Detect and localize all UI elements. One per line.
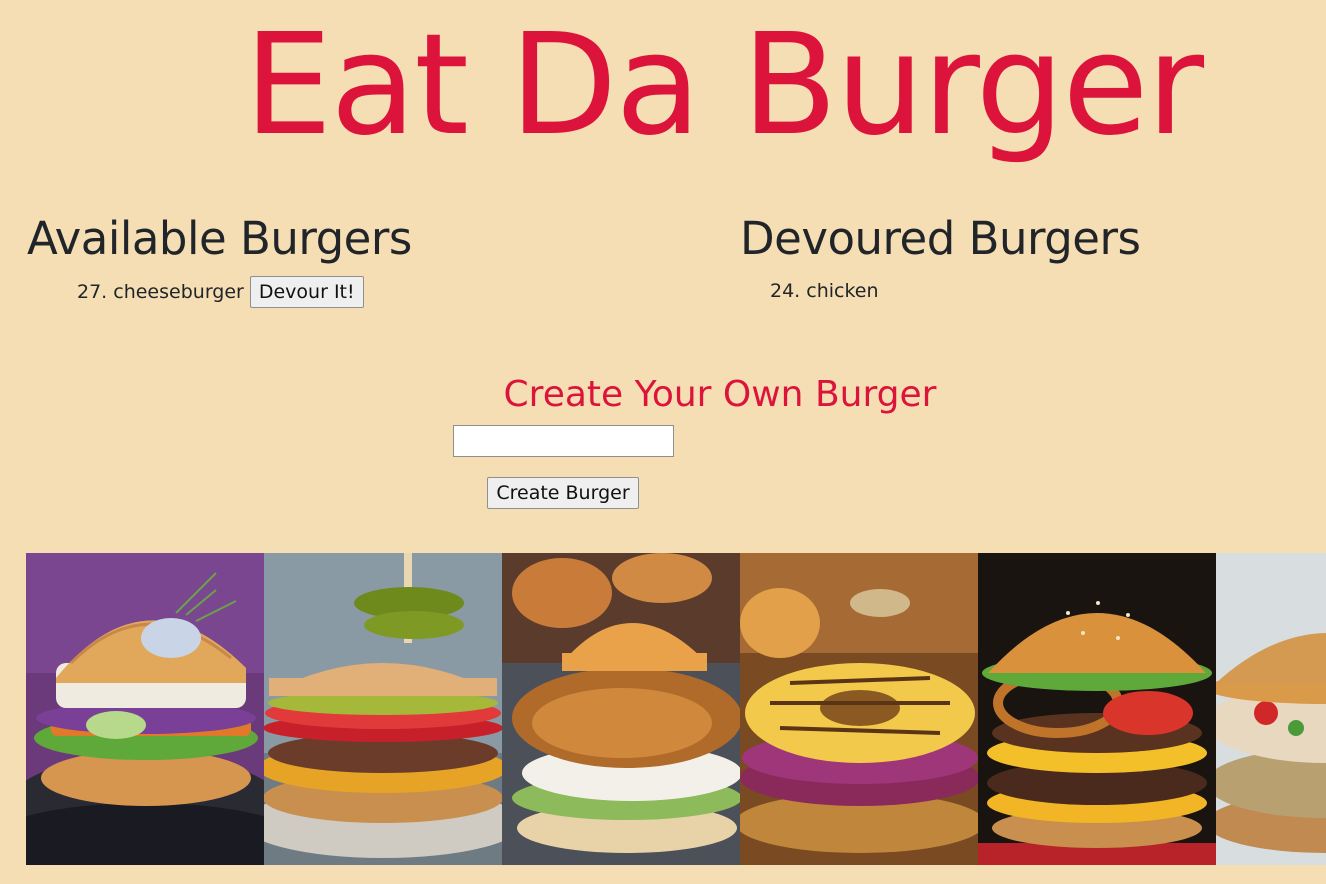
create-burger-button[interactable]: Create Burger — [487, 476, 639, 509]
available-burgers-section: Available Burgers 27. cheeseburger Devou… — [27, 212, 412, 308]
onion-ring-burger-photo — [978, 553, 1216, 865]
pineapple-burger-photo — [740, 553, 978, 865]
devour-button[interactable]: Devour It! — [249, 276, 364, 308]
cheeseburger-pickles-photo — [264, 553, 502, 865]
burger-label: 27. cheeseburger — [77, 281, 244, 303]
create-burger-heading: Create Your Own Burger — [503, 374, 937, 415]
burger-gallery — [26, 553, 1326, 865]
burger-label: 24. chicken — [770, 280, 879, 302]
site-title: Eat Da Burger — [243, 4, 1204, 167]
devoured-burgers-heading: Devoured Burgers — [740, 212, 1141, 265]
veggie-burger-photo — [1216, 553, 1326, 865]
create-burger-form: Create Your Own Burger Create Burger — [0, 372, 1326, 509]
available-burgers-list: 27. cheeseburger Devour It! — [27, 276, 412, 308]
burger-name-input[interactable] — [452, 424, 674, 457]
available-burgers-heading: Available Burgers — [27, 212, 412, 265]
fried-chicken-burger-photo — [502, 553, 740, 865]
fish-burger-photo — [26, 553, 264, 865]
page: Eat Da Burger Available Burgers 27. chee… — [0, 0, 1326, 884]
devoured-burgers-list: 24. chicken — [740, 280, 1140, 302]
devoured-burgers-section: Devoured Burgers 24. chicken — [740, 212, 1141, 302]
list-item: 27. cheeseburger Devour It! — [77, 276, 412, 308]
list-item: 24. chicken — [770, 280, 1140, 302]
